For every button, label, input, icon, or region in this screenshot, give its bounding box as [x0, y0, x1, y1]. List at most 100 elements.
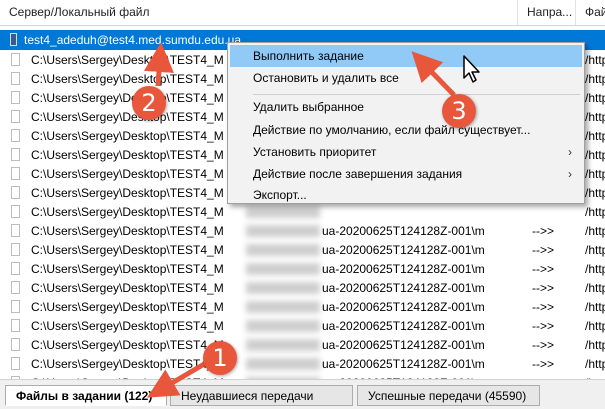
menu-item-action-after-completion[interactable]: Действие после завершения задания › — [230, 163, 582, 185]
local-path: C:\Users\Sergey\Desktop\TEST4_MED — [31, 91, 223, 105]
direction: -->> — [532, 357, 555, 371]
column-direction[interactable]: Напра... — [518, 0, 576, 25]
file-icon — [11, 338, 20, 351]
remote-path: ua-20200625T124128Z-001\m — [322, 224, 485, 238]
column-server-local-file[interactable]: Сервер/Локальный файл — [0, 0, 518, 25]
local-path: C:\Users\Sergey\Desktop\TEST4_MED\m — [31, 357, 223, 371]
local-path: C:\Users\Sergey\Desktop\TEST4_MED\m — [31, 319, 223, 333]
callout-badge-3: 3 — [442, 94, 476, 128]
remote-path: ua-20200625T124128Z-001\m — [322, 243, 485, 257]
remote-url: /http — [585, 243, 605, 257]
direction: -->> — [532, 338, 555, 352]
redacted-area — [246, 263, 320, 275]
column-remote-file[interactable]: Фай — [576, 0, 605, 25]
remote-url: /http — [585, 91, 605, 105]
file-icon — [11, 186, 20, 199]
remote-url: /http — [585, 224, 605, 238]
table-row[interactable]: C:\Users\Sergey\Desktop\TEST4_MED\m ua-20… — [0, 259, 605, 279]
file-icon — [11, 205, 20, 218]
menu-item-set-priority[interactable]: Установить приоритет › — [230, 141, 582, 163]
redacted-area — [246, 282, 320, 294]
redacted-area — [246, 206, 320, 218]
remote-url: /http — [585, 300, 605, 314]
table-row[interactable]: C:\Users\Sergey\Desktop\TEST4_MED\m ua-20… — [0, 316, 605, 336]
tab-successful-transfers[interactable]: Успешные передачи (45590) — [357, 385, 540, 406]
redacted-area — [246, 244, 320, 256]
local-path: C:\Users\Sergey\Desktop\TEST4_MED — [31, 205, 223, 219]
remote-url: /http — [585, 205, 605, 219]
direction: -->> — [532, 300, 555, 314]
local-path: C:\Users\Sergey\Desktop\TEST4_MED\med.su… — [31, 224, 223, 238]
remote-url: /http — [585, 338, 605, 352]
local-path: C:\Users\Sergey\Desktop\TEST4_MED — [31, 110, 223, 124]
table-row[interactable]: C:\Users\Sergey\Desktop\TEST4_MED\m ua-20… — [0, 240, 605, 260]
table-row[interactable]: C:\Users\Sergey\Desktop\TEST4_MED\m ua-20… — [0, 297, 605, 317]
chevron-right-icon: › — [568, 167, 572, 181]
file-icon — [11, 281, 20, 294]
remote-path: ua-20200625T124128Z-001\m — [322, 300, 485, 314]
remote-url: /http — [585, 148, 605, 162]
remote-path: ua-20200625T124128Z-001\m — [322, 281, 485, 295]
remote-path: ua-20200625T124128Z-001\m — [322, 338, 485, 352]
table-row[interactable]: C:\Users\Sergey\Desktop\TEST4_MED\med.su… — [0, 221, 605, 241]
file-icon — [11, 262, 20, 275]
file-icon — [11, 357, 20, 370]
local-path: C:\Users\Sergey\Desktop\TEST4_MED\m — [31, 338, 223, 352]
remote-url: /http — [585, 357, 605, 371]
menu-item-remove-selected[interactable]: Удалить выбранное — [230, 96, 582, 118]
menu-separator — [253, 94, 580, 95]
context-menu: Выполнить задание Остановить и удалить в… — [227, 42, 585, 204]
redacted-area — [246, 320, 320, 332]
remote-path: ua-20200625T124128Z-001\m — [322, 357, 485, 371]
local-path: C:\Users\Sergey\Desktop\TEST4_MED — [31, 167, 223, 181]
file-icon — [11, 110, 20, 123]
menu-item-process-queue[interactable]: Выполнить задание — [230, 45, 582, 67]
local-path: C:\Users\Sergey\Desktop\TEST4_MED — [31, 148, 223, 162]
redacted-area — [246, 225, 320, 237]
local-path: C:\Users\Sergey\Desktop\TEST4_MED — [31, 129, 223, 143]
mouse-cursor-icon — [463, 55, 480, 83]
local-path: C:\Users\Sergey\Desktop\TEST4_MED\m — [31, 262, 223, 276]
direction: -->> — [532, 262, 555, 276]
redacted-area — [246, 301, 320, 313]
remote-path: ua-20200625T124128Z-001\m — [322, 319, 485, 333]
chevron-right-icon: › — [568, 145, 572, 159]
local-path: C:\Users\Sergey\Desktop\TEST4_MED\m — [31, 281, 223, 295]
direction: -->> — [532, 319, 555, 333]
file-icon — [11, 224, 20, 237]
menu-item-default-file-exists-action[interactable]: Действие по умолчанию, если файл существ… — [230, 119, 582, 141]
file-icon — [11, 319, 20, 332]
callout-badge-2: 2 — [132, 86, 166, 120]
file-icon — [11, 53, 20, 66]
file-icon — [11, 300, 20, 313]
queue-list-header: Сервер/Локальный файл Напра... Фай — [0, 0, 605, 26]
direction: -->> — [532, 281, 555, 295]
server-icon — [10, 33, 17, 46]
table-row[interactable]: C:\Users\Sergey\Desktop\TEST4_MED\m ua-20… — [0, 354, 605, 374]
menu-item-export[interactable]: Экспорт... — [230, 184, 582, 206]
tab-queued-files[interactable]: Файлы в задании (122) — [5, 385, 167, 406]
local-path: C:\Users\Sergey\Desktop\TEST4_MED — [31, 186, 223, 200]
remote-path: ua-20200625T124128Z-001\m — [322, 262, 485, 276]
file-icon — [11, 167, 20, 180]
menu-item-stop-and-remove-all[interactable]: Остановить и удалить все — [230, 67, 582, 89]
remote-url: /http — [585, 53, 605, 67]
remote-url: /http — [585, 262, 605, 276]
local-path: C:\Users\Sergey\Desktop\TEST4_MED\m — [31, 243, 223, 257]
redacted-area — [246, 339, 320, 351]
local-path: C:\Users\Sergey\Desktop\TEST4_MED\m — [31, 300, 223, 314]
server-name: test4_adeduh@test4.med.sumdu.edu.ua — [24, 33, 241, 47]
table-row[interactable]: C:\Users\Sergey\Desktop\TEST4_MED\m ua-20… — [0, 335, 605, 355]
tab-failed-transfers[interactable]: Неудавшиеся передачи — [170, 385, 353, 406]
direction: -->> — [532, 224, 555, 238]
remote-url: /http — [585, 186, 605, 200]
local-path: C:\Users\Sergey\Desktop\TEST4_MED — [31, 72, 223, 86]
remote-url: /http — [585, 129, 605, 143]
table-row[interactable]: C:\Users\Sergey\Desktop\TEST4_MED\m ua-20… — [0, 278, 605, 298]
direction: -->> — [532, 243, 555, 257]
remote-url: /http — [585, 167, 605, 181]
redacted-area — [246, 358, 320, 370]
file-icon — [11, 72, 20, 85]
remote-url: /http — [585, 110, 605, 124]
remote-url: /http — [585, 281, 605, 295]
